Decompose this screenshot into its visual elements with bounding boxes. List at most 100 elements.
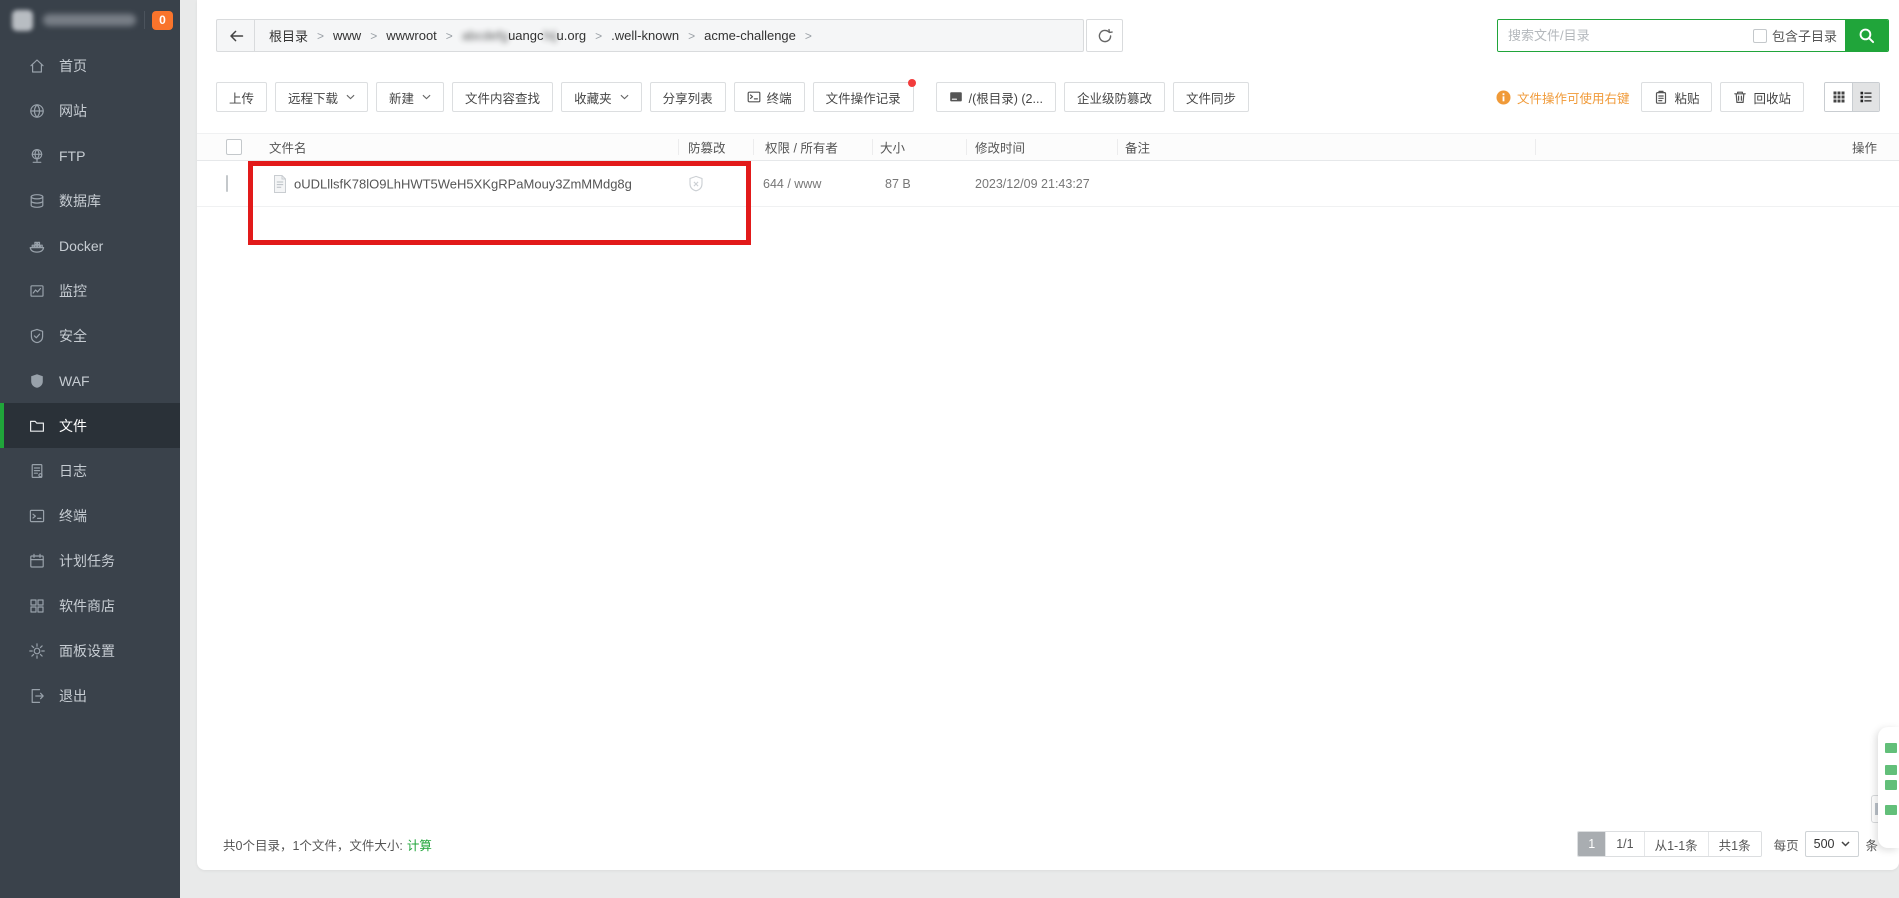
page-total: 共1条: [1708, 832, 1761, 856]
header-filename[interactable]: 文件名: [269, 138, 307, 157]
remote-download-button[interactable]: 远程下载: [275, 82, 368, 112]
header-divider: [144, 11, 145, 29]
breadcrumb-item-www[interactable]: www: [333, 28, 361, 43]
button-label: 文件内容查找: [465, 88, 540, 107]
recycle-bin-button[interactable]: 回收站: [1720, 82, 1804, 112]
file-manager-panel: 根目录 > www > wwwroot > abcdefguangchiju.o…: [197, 0, 1899, 870]
header-tamper-proof[interactable]: 防篡改: [688, 138, 726, 157]
sidebar-item-label: 退出: [59, 686, 87, 706]
refresh-button[interactable]: [1086, 19, 1123, 52]
sidebar-item-app-store[interactable]: 软件商店: [0, 583, 180, 628]
edge-text-fragment: [1885, 780, 1897, 790]
sidebar-item-database[interactable]: 数据库: [0, 178, 180, 223]
sidebar-item-terminal[interactable]: 终端: [0, 493, 180, 538]
sidebar-item-security[interactable]: 安全: [0, 313, 180, 358]
sidebar-item-monitor[interactable]: 监控: [0, 268, 180, 313]
page-number-current[interactable]: 1: [1578, 832, 1605, 856]
shield-solid-icon: [28, 372, 46, 390]
chevron-down-icon: [422, 94, 431, 100]
chevron-down-icon: [1841, 841, 1850, 847]
tamper-proof-off-shield-icon[interactable]: [686, 174, 706, 195]
sidebar-item-cron[interactable]: 计划任务: [0, 538, 180, 583]
visible-text: u.org: [557, 28, 587, 43]
page-indicator[interactable]: 1/1: [1605, 832, 1643, 856]
sidebar-item-label: 数据库: [59, 191, 101, 211]
file-operation-log-button[interactable]: 文件操作记录: [813, 82, 914, 112]
logout-icon: [28, 687, 46, 705]
sidebar-item-docker[interactable]: Docker: [0, 223, 180, 268]
include-subdirs-checkbox[interactable]: [1753, 29, 1767, 43]
button-label: 终端: [767, 88, 792, 107]
breadcrumb-path: 根目录 > www > wwwroot > abcdefguangchiju.o…: [255, 26, 812, 45]
sidebar-header: 0: [0, 0, 180, 40]
view-mode-toggle: [1824, 82, 1880, 112]
database-icon: [28, 192, 46, 210]
terminal-button[interactable]: 终端: [734, 82, 805, 112]
notification-badge[interactable]: 0: [152, 11, 173, 30]
paste-button[interactable]: 粘贴: [1641, 82, 1712, 112]
per-page-select[interactable]: 500: [1805, 831, 1860, 857]
breadcrumb-item-well-known[interactable]: .well-known: [611, 28, 679, 43]
breadcrumb-separator: >: [688, 29, 695, 43]
search-input[interactable]: [1498, 20, 1753, 51]
list-view-button[interactable]: [1852, 83, 1879, 111]
sidebar-item-label: 计划任务: [59, 551, 115, 571]
back-button[interactable]: [217, 20, 255, 51]
sidebar-item-files[interactable]: 文件: [0, 403, 180, 448]
notification-dot: [908, 79, 916, 87]
sidebar-item-ftp[interactable]: FTP: [0, 133, 180, 178]
refresh-icon: [1097, 28, 1113, 44]
tamper-proof-button[interactable]: 企业级防篡改: [1064, 82, 1165, 112]
content-search-button[interactable]: 文件内容查找: [452, 82, 553, 112]
folder-icon: [28, 417, 46, 435]
per-page-value: 500: [1814, 837, 1835, 851]
row-checkbox[interactable]: [226, 175, 228, 192]
search-bar: 包含子目录: [1497, 19, 1889, 52]
edge-cutoff-panel[interactable]: [1878, 727, 1899, 848]
per-page-control: 每页 500 条: [1774, 831, 1878, 857]
sidebar-item-label: 首页: [59, 56, 87, 76]
search-button[interactable]: [1845, 19, 1888, 52]
header-actions: 操作: [1852, 138, 1877, 157]
sidebar-item-logout[interactable]: 退出: [0, 673, 180, 718]
new-button[interactable]: 新建: [376, 82, 444, 112]
share-list-button[interactable]: 分享列表: [650, 82, 726, 112]
sidebar-item-label: 监控: [59, 281, 87, 301]
select-all-checkbox[interactable]: [226, 139, 242, 155]
calendar-icon: [28, 552, 46, 570]
sidebar-item-settings[interactable]: 面板设置: [0, 628, 180, 673]
table-row[interactable]: oUDLllsfK78lO9LhHWT5WeH5XKgRPaMouy3ZmMMd…: [197, 162, 1899, 207]
include-subdirs-option[interactable]: 包含子目录: [1753, 26, 1837, 45]
sidebar-item-logs[interactable]: 日志: [0, 448, 180, 493]
sidebar-item-home[interactable]: 首页: [0, 43, 180, 88]
server-name-blurred: [43, 14, 136, 26]
sidebar-item-waf[interactable]: WAF: [0, 358, 180, 403]
trash-icon: [1733, 90, 1747, 104]
button-label: 分享列表: [663, 88, 713, 107]
breadcrumb-item-domain-masked[interactable]: abcdefguangchiju.org: [462, 28, 586, 43]
compute-size-link[interactable]: 计算: [407, 835, 432, 854]
breadcrumb-separator: >: [805, 29, 812, 43]
header-permissions-owner[interactable]: 权限 / 所有者: [765, 138, 838, 157]
root-directory-select-button[interactable]: /(根目录) (2...: [936, 82, 1056, 112]
header-modified-time[interactable]: 修改时间: [975, 138, 1025, 157]
favorites-button[interactable]: 收藏夹: [561, 82, 642, 112]
file-sync-button[interactable]: 文件同步: [1173, 82, 1249, 112]
breadcrumb-item-acme-challenge[interactable]: acme-challenge: [704, 28, 796, 43]
toolbar: 上传 远程下载 新建 文件内容查找 收藏夹 分享列表 终端 文件操作记录: [216, 82, 1880, 112]
grid-squares-icon: [28, 597, 46, 615]
breadcrumb-item-root[interactable]: 根目录: [269, 26, 308, 45]
terminal-icon: [28, 507, 46, 525]
breadcrumb-item-wwwroot[interactable]: wwwroot: [386, 28, 437, 43]
header-note[interactable]: 备注: [1125, 138, 1150, 157]
file-name[interactable]: oUDLllsfK78lO9LhHWT5WeH5XKgRPaMouy3ZmMMd…: [294, 177, 632, 192]
sidebar-item-website[interactable]: 网站: [0, 88, 180, 133]
chevron-down-icon: [346, 94, 355, 100]
file-document-icon: [271, 174, 289, 194]
header-size[interactable]: 大小: [880, 138, 905, 157]
disk-drive-icon: [949, 90, 963, 104]
breadcrumb-separator: >: [446, 29, 453, 43]
upload-button[interactable]: 上传: [216, 82, 267, 112]
sidebar-item-label: 网站: [59, 101, 87, 121]
grid-view-button[interactable]: [1825, 83, 1852, 111]
